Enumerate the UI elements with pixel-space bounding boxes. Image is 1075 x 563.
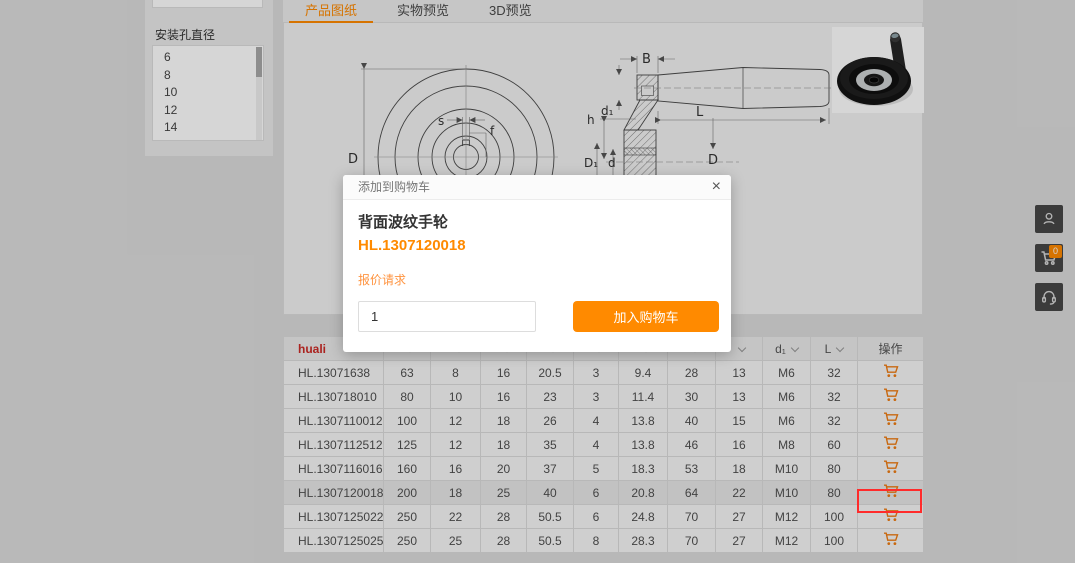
product-code: HL.1307120018 [358, 237, 466, 254]
target-highlight-rect [857, 489, 922, 513]
quantity-input[interactable] [358, 301, 536, 332]
close-icon[interactable]: × [712, 178, 721, 196]
quote-request-link[interactable]: 报价请求 [358, 271, 406, 288]
modal-add-to-cart-button[interactable]: 加入购物车 [573, 301, 719, 332]
product-name: 背面波纹手轮 [358, 211, 448, 232]
modal-title: 添加到购物车 [343, 175, 731, 200]
add-to-cart-modal: 添加到购物车 × 背面波纹手轮 HL.1307120018 报价请求 加入购物车 [343, 175, 731, 352]
